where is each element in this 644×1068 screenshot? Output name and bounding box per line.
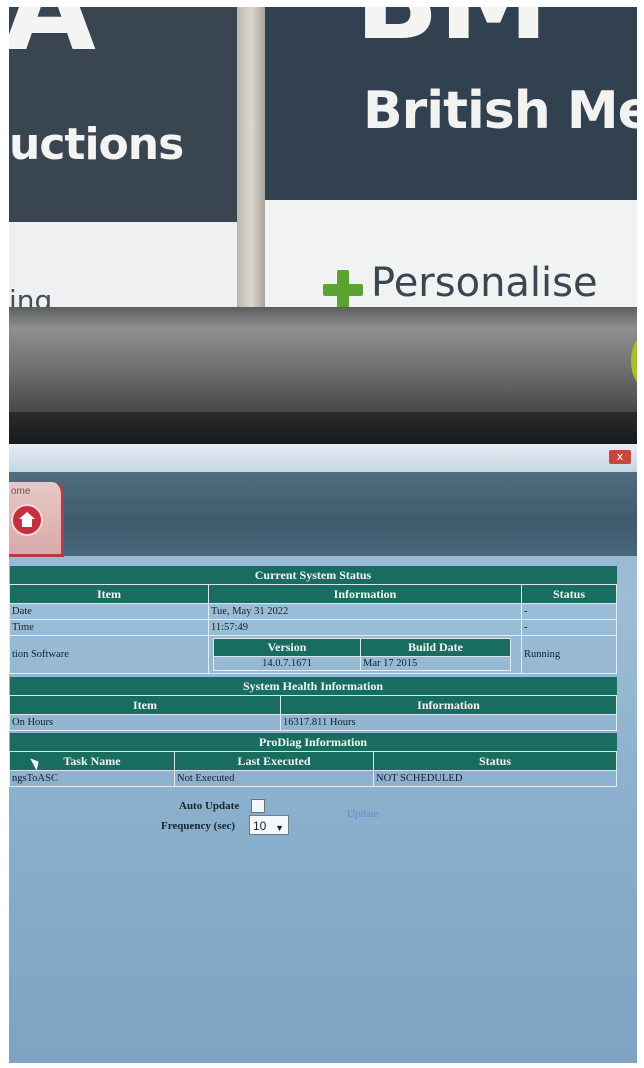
table-row: On Hours 16317.811 Hours: [9, 714, 617, 731]
row-item: On Hours: [9, 714, 281, 731]
sign-large-letter: A: [9, 7, 96, 78]
row-status: Running: [521, 635, 617, 674]
auto-update-label: Auto Update: [179, 800, 240, 812]
row-task-name: ngsToASC: [9, 770, 175, 787]
col-header-information: Information: [280, 695, 617, 715]
row-item: tion Software: [9, 635, 209, 674]
prodiag-table: ProDiag Information Task Name Last Execu…: [9, 733, 617, 787]
col-header-item: Item: [9, 695, 281, 715]
row-last-executed: Not Executed: [174, 770, 374, 787]
monitor-bezel-edge: [9, 412, 637, 448]
chevron-down-icon: ▼: [275, 823, 284, 833]
version-cell: Version Build Date 14.0.7.1671 Mar 17 20…: [208, 635, 522, 674]
build-date-value: Mar 17 2015: [360, 656, 511, 671]
current-status-title: Current System Status: [9, 566, 617, 585]
table-row: Date Tue, May 31 2022 -: [9, 603, 617, 620]
home-icon: [11, 504, 43, 536]
row-status: NOT SCHEDULED: [373, 770, 617, 787]
col-header-last-executed: Last Executed: [174, 751, 374, 771]
col-header-item: Item: [9, 584, 209, 604]
sign-strip-left: ing: [9, 222, 237, 307]
row-info: 16317.811 Hours: [280, 714, 617, 731]
table-row: Time 11:57:49 -: [9, 619, 617, 636]
table-row: tion Software Version Build Date 14.0.7.…: [9, 635, 617, 674]
row-status: -: [521, 603, 617, 620]
version-value: 14.0.7.1671: [213, 656, 361, 671]
col-header-status: Status: [373, 751, 617, 771]
tab-home-label: ome: [11, 486, 31, 497]
plus-icon: [323, 270, 363, 307]
row-item: Time: [9, 619, 209, 636]
frequency-value: 10: [253, 819, 267, 833]
version-header: Version: [213, 638, 361, 657]
row-status: -: [521, 619, 617, 636]
frequency-select[interactable]: 10 ▼: [249, 815, 289, 835]
system-health-title: System Health Information: [9, 677, 617, 696]
monitor-screen: x ome Current System Status Item Informa…: [9, 444, 637, 1063]
table-row: ngsToASC Not Executed NOT SCHEDULED: [9, 770, 617, 787]
monitor-bezel: [9, 307, 637, 425]
row-item: Date: [9, 603, 209, 620]
row-info: Tue, May 31 2022: [208, 603, 522, 620]
version-table: Version Build Date 14.0.7.1671 Mar 17 20…: [213, 638, 511, 671]
close-button[interactable]: x: [609, 450, 631, 464]
frequency-label: Frequency (sec): [161, 820, 236, 832]
sign-strip-word: ing: [9, 284, 53, 307]
sign-post: [237, 7, 265, 307]
app-banner: [9, 472, 637, 556]
update-controls: Auto Update Frequency (sec) 10 ▼ Update: [9, 796, 637, 846]
sign-personalise-text: Personalise: [371, 260, 598, 306]
sign-large-letters: BM: [355, 7, 548, 55]
tab-home[interactable]: ome: [9, 482, 64, 557]
col-header-status: Status: [521, 584, 617, 604]
system-health-table: System Health Information Item Informati…: [9, 677, 617, 731]
auto-update-checkbox[interactable]: [251, 799, 265, 813]
photo-frame: A uctions ing BM British Med Personalise…: [9, 7, 637, 1063]
sign-panel-right: BM British Med: [265, 7, 637, 200]
current-status-table: Current System Status Item Information S…: [9, 566, 617, 674]
sign-strip-right: Personalise: [265, 200, 637, 307]
col-header-information: Information: [208, 584, 522, 604]
sign-word-left: uctions: [9, 119, 184, 170]
update-link[interactable]: Update: [347, 808, 379, 820]
row-info: 11:57:49: [208, 619, 522, 636]
build-date-header: Build Date: [360, 638, 511, 657]
sign-british-text: British Med: [363, 81, 637, 141]
window-titlebar: x: [9, 444, 637, 472]
sign-panel-left: A uctions: [9, 7, 237, 222]
prodiag-title: ProDiag Information: [9, 733, 617, 752]
